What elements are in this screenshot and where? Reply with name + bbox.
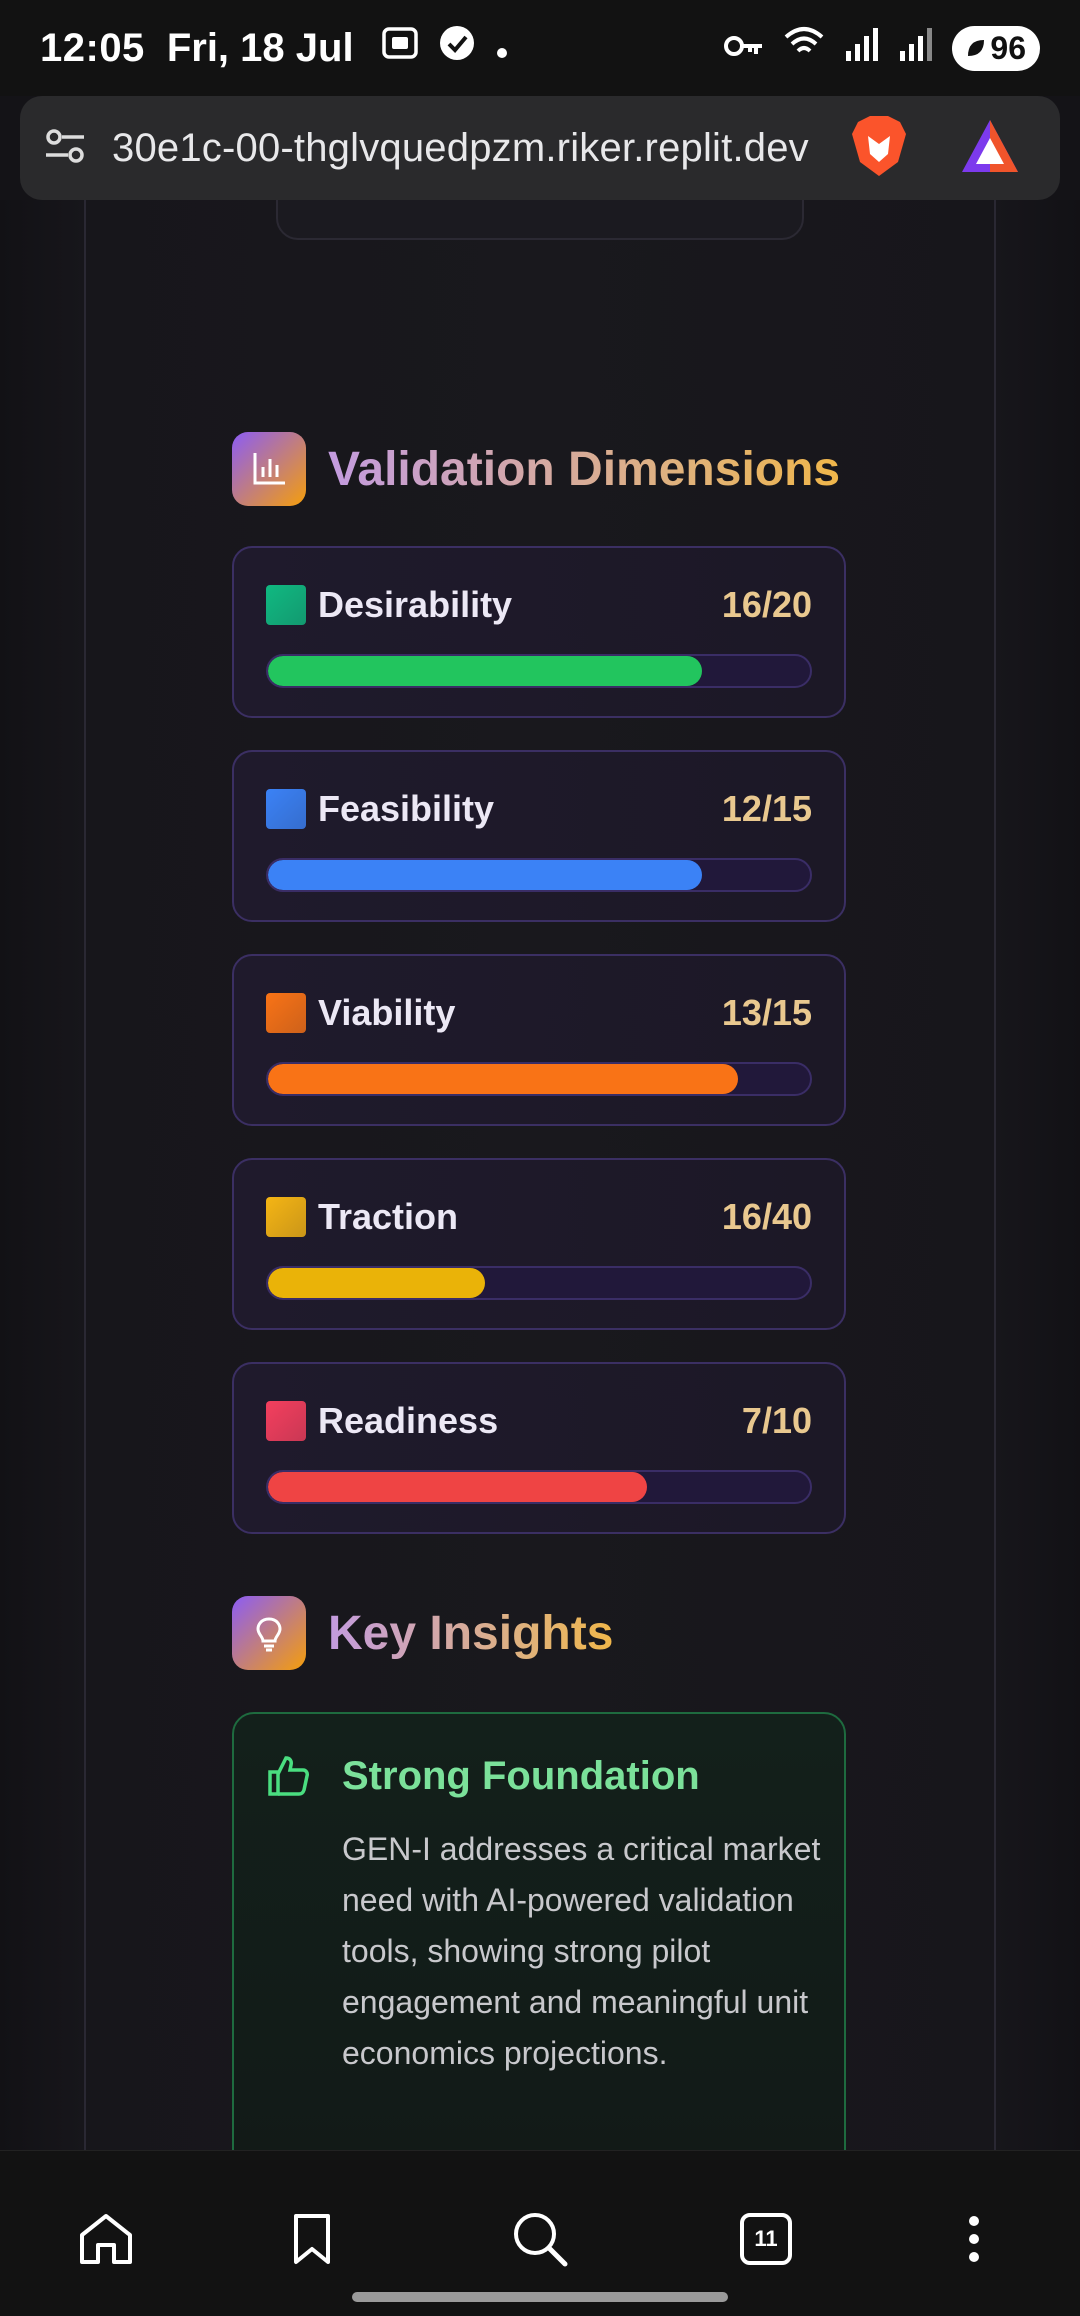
clock: 12:05 bbox=[40, 25, 145, 70]
panel-border-left bbox=[84, 200, 86, 2150]
dimension-color-swatch bbox=[266, 585, 306, 625]
dimension-card: Desirability 16/20 bbox=[232, 546, 846, 718]
insight-body: GEN-I addresses a critical market need w… bbox=[342, 1831, 821, 2071]
dimension-score: 12/15 bbox=[721, 788, 812, 829]
home-icon bbox=[80, 2214, 132, 2264]
signal-icon-2 bbox=[898, 26, 934, 71]
dimension-name: Feasibility bbox=[318, 788, 495, 829]
validation-title: Validation Dimensions bbox=[328, 442, 841, 496]
brave-shields-icon[interactable] bbox=[850, 114, 908, 183]
lightbulb-icon bbox=[232, 1596, 306, 1670]
bookmark-icon bbox=[294, 2214, 330, 2264]
dimension-card: Viability 13/15 bbox=[232, 954, 846, 1126]
dimension-color-swatch bbox=[266, 789, 306, 829]
screenshot-icon bbox=[380, 23, 420, 73]
dimension-card: Feasibility 12/15 bbox=[232, 750, 846, 922]
previous-card-bottom bbox=[276, 200, 804, 240]
date: Fri, 18 Jul bbox=[166, 25, 354, 70]
validation-header: Validation Dimensions bbox=[232, 432, 840, 506]
site-settings-icon[interactable] bbox=[44, 125, 86, 172]
insights-title: Key Insights bbox=[328, 1606, 614, 1660]
dimension-progress-fill bbox=[268, 1064, 738, 1094]
dimension-card: Traction 16/40 bbox=[232, 1158, 846, 1330]
home-indicator bbox=[352, 2292, 728, 2302]
bookmarks-button[interactable] bbox=[282, 2209, 342, 2269]
battery-level: 96 bbox=[990, 29, 1026, 66]
brave-rewards-icon[interactable] bbox=[960, 118, 1020, 179]
dimension-progress-fill bbox=[268, 860, 702, 890]
dimension-progress-track bbox=[266, 1062, 812, 1096]
search-button[interactable] bbox=[510, 2209, 570, 2269]
dimension-color-swatch bbox=[266, 1197, 306, 1237]
more-vertical-icon bbox=[969, 2216, 979, 2262]
menu-button[interactable] bbox=[944, 2209, 1004, 2269]
dimension-progress-fill bbox=[268, 1268, 485, 1298]
dimension-name: Readiness bbox=[318, 1400, 499, 1441]
status-bar: 12:05 Fri, 18 Jul 96 bbox=[0, 0, 1080, 96]
dimension-progress-track bbox=[266, 654, 812, 688]
insight-card: Strong Foundation GEN-I addresses a crit… bbox=[232, 1712, 846, 2150]
insights-header: Key Insights bbox=[232, 1596, 613, 1670]
dimension-progress-fill bbox=[268, 1472, 648, 1502]
tab-count: 11 bbox=[740, 2213, 792, 2265]
dimension-label-row: Desirability 16/20 bbox=[266, 584, 812, 626]
tabs-button[interactable]: 11 bbox=[736, 2209, 796, 2269]
leaf-icon bbox=[968, 40, 985, 56]
signal-icon bbox=[844, 26, 880, 71]
bar-chart-icon bbox=[232, 432, 306, 506]
dimension-color-swatch bbox=[266, 993, 306, 1033]
search-icon bbox=[514, 2213, 568, 2267]
dimension-name: Traction bbox=[318, 1196, 459, 1237]
dimension-name: Desirability bbox=[318, 584, 513, 625]
dimension-progress-track bbox=[266, 1470, 812, 1504]
dimension-score: 13/15 bbox=[721, 992, 812, 1033]
dimension-progress-track bbox=[266, 1266, 812, 1300]
dimension-score: 7/10 bbox=[741, 1400, 812, 1441]
panel-border-right bbox=[994, 200, 996, 2150]
dimension-label-row: Readiness 7/10 bbox=[266, 1400, 812, 1442]
dimension-label-row: Traction 16/40 bbox=[266, 1196, 812, 1238]
dimension-progress-track bbox=[266, 858, 812, 892]
insight-title: Strong Foundation bbox=[342, 1754, 700, 1798]
thumbs-up-icon bbox=[266, 1754, 310, 1803]
vpn-key-icon bbox=[724, 26, 764, 71]
wifi-icon bbox=[782, 25, 826, 71]
dimension-name: Viability bbox=[318, 992, 456, 1033]
dimension-score: 16/40 bbox=[721, 1196, 812, 1237]
address-bar[interactable]: 30e1c-00-thglvquedpzm.riker.replit.dev bbox=[20, 96, 1060, 200]
dimension-progress-fill bbox=[268, 656, 702, 686]
dimension-label-row: Feasibility 12/15 bbox=[266, 788, 812, 830]
battery-indicator: 96 bbox=[952, 25, 1040, 71]
dimension-score: 16/20 bbox=[721, 584, 812, 625]
dimension-card: Readiness 7/10 bbox=[232, 1362, 846, 1534]
page-content: Validation Dimensions Desirability 16/20 F… bbox=[0, 200, 1080, 2150]
dimension-color-swatch bbox=[266, 1401, 306, 1441]
check-circle-icon bbox=[438, 24, 476, 72]
home-button[interactable] bbox=[76, 2209, 136, 2269]
url-text[interactable]: 30e1c-00-thglvquedpzm.riker.replit.dev bbox=[112, 126, 832, 171]
notification-dot-icon bbox=[494, 26, 510, 71]
dimension-label-row: Viability 13/15 bbox=[266, 992, 812, 1034]
